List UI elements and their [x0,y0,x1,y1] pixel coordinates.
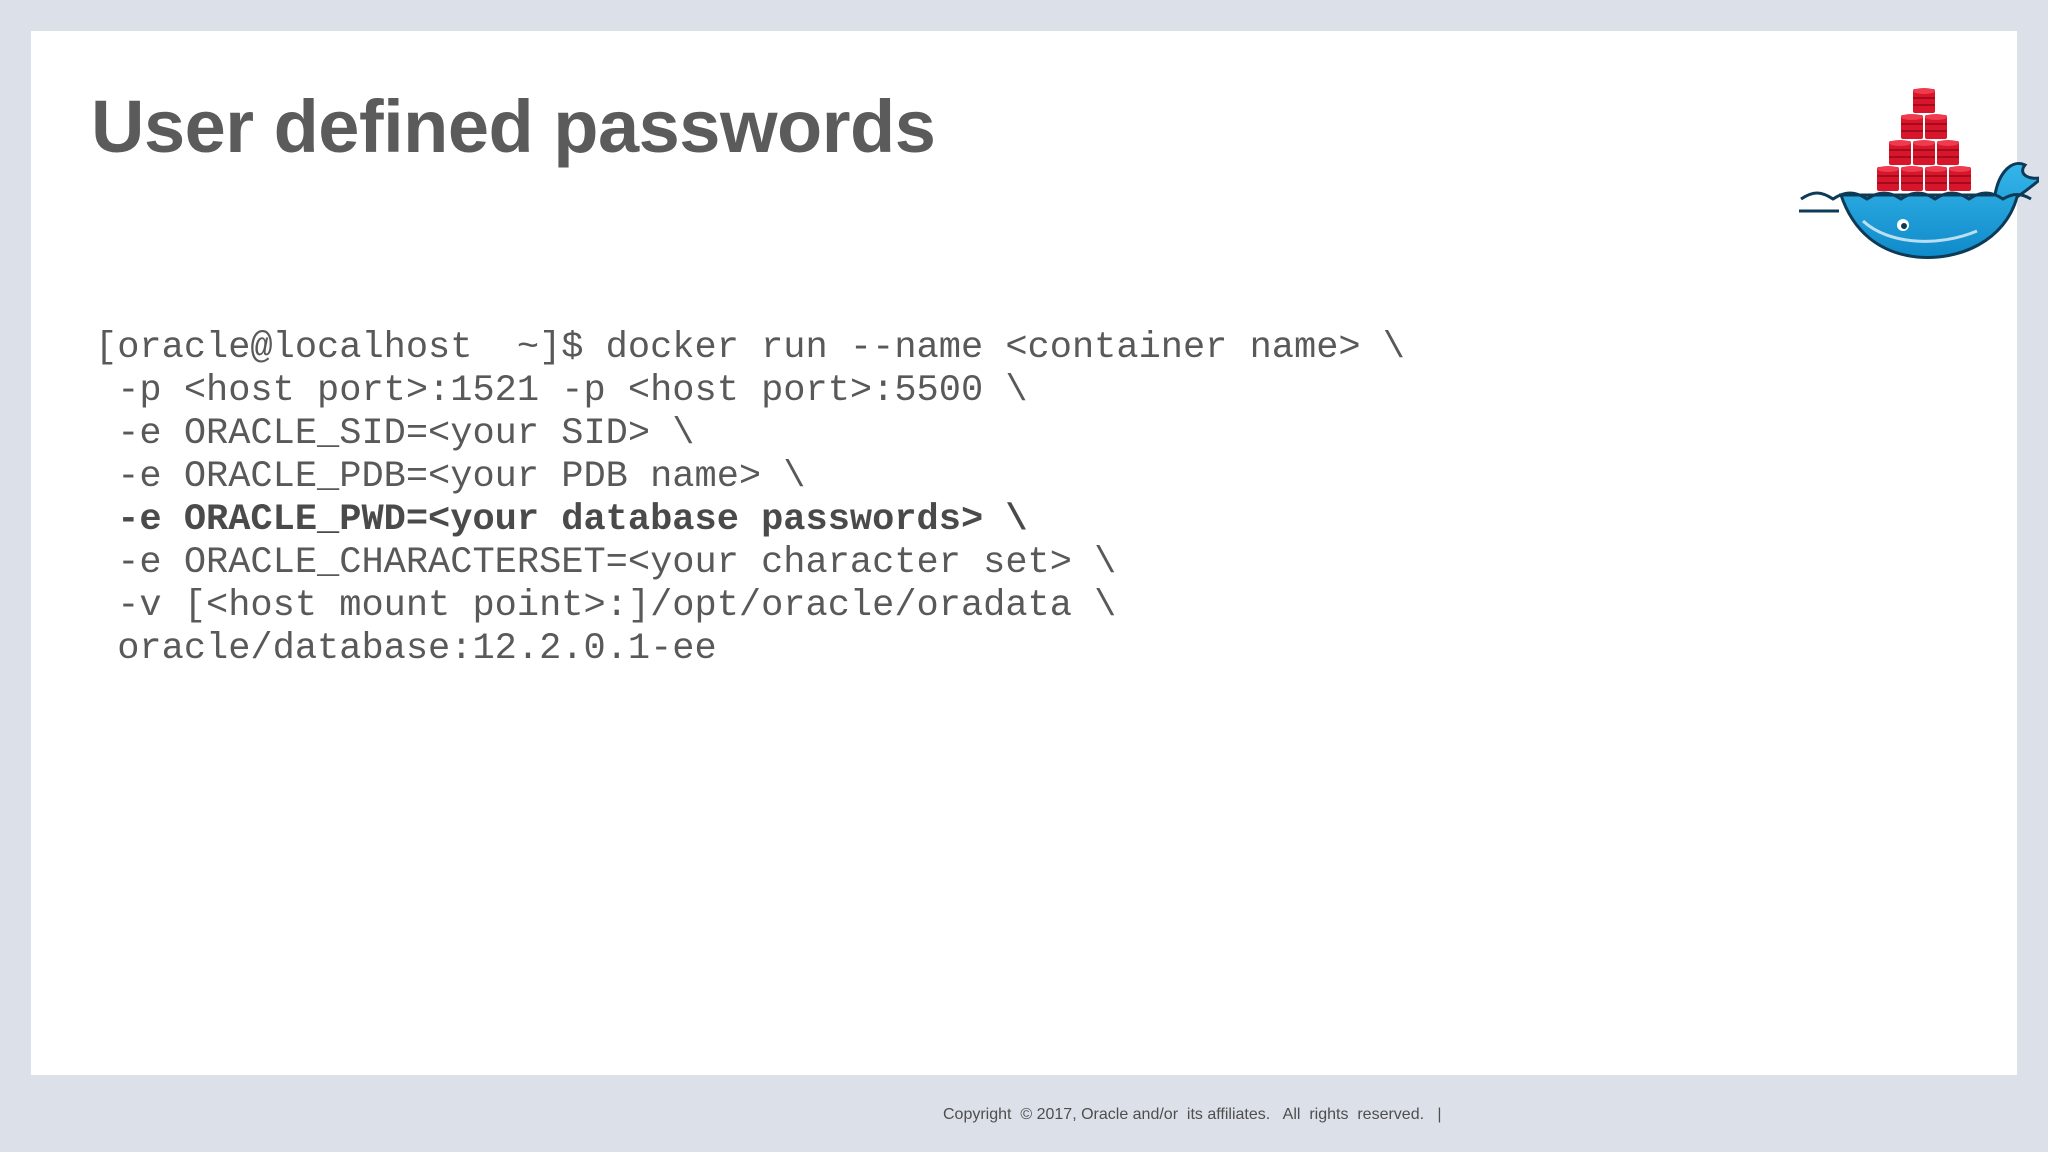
code-line: oracle/database:12.2.0.1-ee [95,628,717,670]
code-line-highlighted: -e ORACLE_PWD=<your database passwords> … [95,499,1028,541]
code-line: -e ORACLE_CHARACTERSET=<your character s… [95,542,1117,584]
code-line: -e ORACLE_SID=<your SID> \ [95,413,695,455]
code-line: -e ORACLE_PDB=<your PDB name> \ [95,456,806,498]
docker-command-block: [oracle@localhost ~]$ docker run --name … [95,327,1405,671]
code-line: -v [<host mount point>:]/opt/oracle/orad… [95,585,1117,627]
slide: User defined passwords [oracle@localhost… [31,31,2039,1075]
code-line: -p <host port>:1521 -p <host port>:5500 … [95,370,1028,412]
copyright-footer: Copyright © 2017, Oracle and/or its affi… [943,1106,1442,1123]
slide-title: User defined passwords [91,85,936,168]
docker-whale-icon [1799,87,2039,259]
code-line: [oracle@localhost ~]$ docker run --name … [95,327,1406,369]
